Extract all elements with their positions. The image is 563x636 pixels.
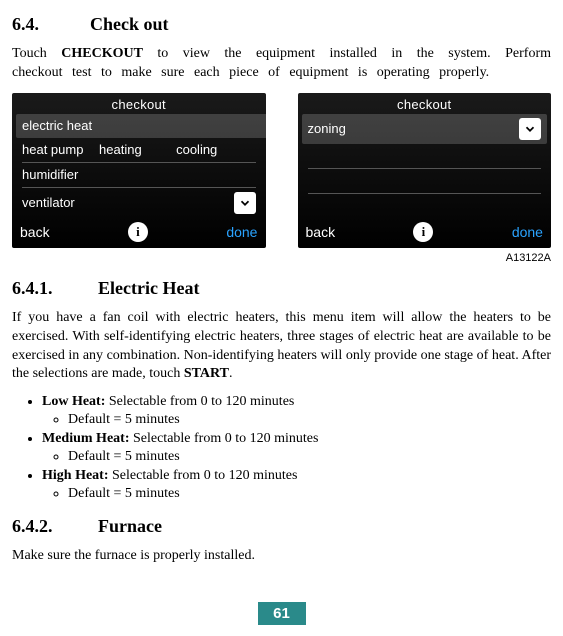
t: Selectable from 0 to 120 minutes <box>105 394 294 409</box>
heading-title: Check out <box>90 14 169 34</box>
chevron-down-icon[interactable] <box>234 192 256 214</box>
t: Touch <box>12 46 61 61</box>
para-intro: Touch CHECKOUT to view the equipment ins… <box>12 45 551 83</box>
label: Low Heat: <box>42 394 105 409</box>
sub-list: Default = 5 minutes <box>42 412 551 428</box>
chevron-down-icon[interactable] <box>519 118 541 140</box>
heading-6-4: 6.4.Check out <box>12 14 551 35</box>
list-item: Default = 5 minutes <box>68 486 551 502</box>
panel-footer: back i done <box>298 218 552 248</box>
label: ventilator <box>22 195 75 210</box>
label: Medium Heat: <box>42 431 129 446</box>
label: High Heat: <box>42 468 109 483</box>
heading-6-4-1: 6.4.1.Electric Heat <box>12 278 551 299</box>
label: heat pump <box>22 142 99 157</box>
label: humidifier <box>22 167 78 182</box>
para-furnace: Make sure the furnace is properly instal… <box>12 547 551 566</box>
panel-checkout-equipment: checkout electric heat heat pump heating… <box>12 93 266 248</box>
heading-num: 6.4. <box>12 14 90 35</box>
list-item: Default = 5 minutes <box>68 449 551 465</box>
panel-title: checkout <box>12 93 266 114</box>
row-empty <box>308 169 542 194</box>
panel-checkout-zoning: checkout zoning back i done <box>298 93 552 248</box>
t: Selectable from 0 to 120 minutes <box>129 431 318 446</box>
heading-num: 6.4.1. <box>12 278 98 299</box>
bullet-list: Low Heat: Selectable from 0 to 120 minut… <box>12 394 551 502</box>
panel-body: zoning <box>298 114 552 218</box>
panel-body: electric heat heat pump heating cooling … <box>12 114 266 218</box>
list-item: High Heat: Selectable from 0 to 120 minu… <box>42 468 551 502</box>
info-icon[interactable]: i <box>128 222 148 242</box>
label: zoning <box>308 121 346 136</box>
para-electric-heat: If you have a fan coil with electric hea… <box>12 309 551 385</box>
label: heating <box>99 142 176 157</box>
row-empty <box>308 194 542 218</box>
label: cooling <box>176 142 253 157</box>
heading-num: 6.4.2. <box>12 516 98 537</box>
page-number: 61 <box>258 602 306 625</box>
list-item: Low Heat: Selectable from 0 to 120 minut… <box>42 394 551 428</box>
done-button[interactable]: done <box>226 224 257 240</box>
strong-checkout: CHECKOUT <box>61 46 143 61</box>
strong-start: START <box>184 366 229 381</box>
back-button[interactable]: back <box>20 224 50 240</box>
figure-row: checkout electric heat heat pump heating… <box>12 93 551 248</box>
row-zoning[interactable]: zoning <box>302 114 548 144</box>
sub-list: Default = 5 minutes <box>42 449 551 465</box>
row-humidifier[interactable]: humidifier <box>22 163 256 188</box>
label: electric heat <box>22 118 92 133</box>
panel-footer: back i done <box>12 218 266 248</box>
row-empty <box>308 144 542 169</box>
row-heat-pump[interactable]: heat pump heating cooling <box>22 138 256 163</box>
heading-6-4-2: 6.4.2.Furnace <box>12 516 551 537</box>
sub-list: Default = 5 minutes <box>42 486 551 502</box>
t: . <box>229 366 233 381</box>
info-icon[interactable]: i <box>413 222 433 242</box>
heading-title: Electric Heat <box>98 278 199 298</box>
list-item: Medium Heat: Selectable from 0 to 120 mi… <box>42 431 551 465</box>
row-electric-heat[interactable]: electric heat <box>16 114 266 138</box>
done-button[interactable]: done <box>512 224 543 240</box>
t: Selectable from 0 to 120 minutes <box>109 468 298 483</box>
back-button[interactable]: back <box>306 224 336 240</box>
row-ventilator[interactable]: ventilator <box>22 188 256 218</box>
t: If you have a fan coil with electric hea… <box>12 310 551 382</box>
heading-title: Furnace <box>98 516 162 536</box>
figure-label: A13122A <box>12 252 551 264</box>
list-item: Default = 5 minutes <box>68 412 551 428</box>
panel-title: checkout <box>298 93 552 114</box>
